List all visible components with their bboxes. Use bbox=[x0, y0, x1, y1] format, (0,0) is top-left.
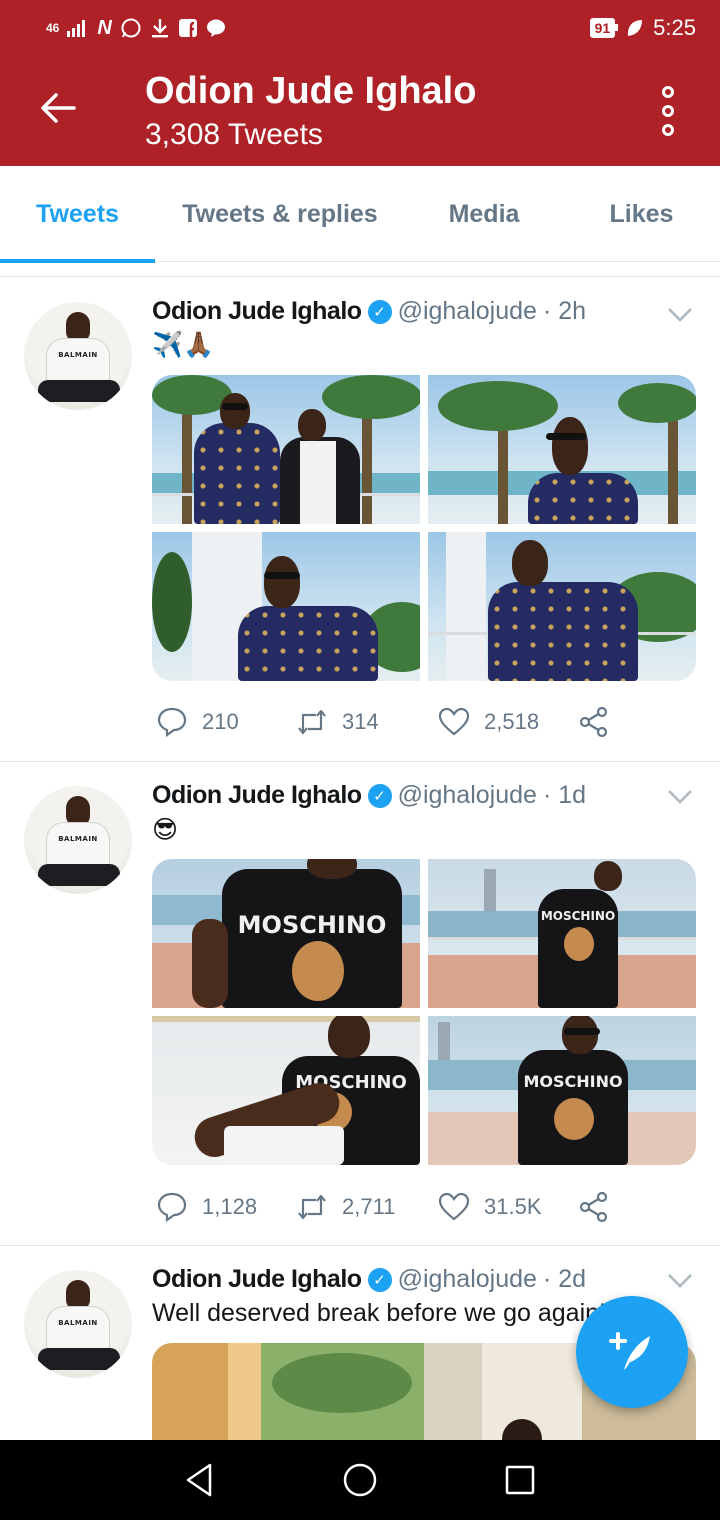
avatar[interactable]: BALMAIN bbox=[24, 302, 132, 410]
author-handle[interactable]: @ighalojude bbox=[398, 781, 537, 810]
nav-back-icon[interactable] bbox=[180, 1460, 220, 1500]
signal-icon bbox=[67, 20, 86, 37]
tweet-header: Odion Jude Ighalo ✓ @ighalojude · 2h bbox=[152, 297, 586, 326]
photo[interactable] bbox=[428, 375, 696, 524]
reply-button[interactable]: 210 bbox=[156, 706, 296, 738]
shirt-label: MOSCHINO bbox=[237, 911, 387, 939]
profile-tabs: Tweets Tweets & replies Media Likes bbox=[0, 166, 720, 263]
more-vert-icon-dot bbox=[662, 86, 674, 98]
back-button[interactable] bbox=[36, 86, 80, 130]
facebook-icon bbox=[178, 19, 197, 37]
heart-icon bbox=[438, 1192, 470, 1221]
tweet-time: · 1d bbox=[542, 781, 587, 809]
verified-badge-icon: ✓ bbox=[367, 783, 392, 808]
shirt-label: MOSCHINO bbox=[523, 1072, 623, 1091]
heart-icon bbox=[438, 707, 470, 736]
photo[interactable] bbox=[152, 532, 420, 681]
photo[interactable]: MOSCHINO bbox=[428, 1016, 696, 1165]
tweet[interactable]: BALMAIN Odion Jude Ighalo ✓ @ighalojude … bbox=[0, 277, 720, 762]
share-button[interactable] bbox=[578, 706, 610, 738]
compose-tweet-button[interactable] bbox=[576, 1296, 688, 1408]
verified-badge-icon: ✓ bbox=[367, 299, 392, 324]
battery-icon: 91 bbox=[589, 18, 618, 38]
tweet-header: Odion Jude Ighalo ✓ @ighalojude · 2d bbox=[152, 1265, 586, 1294]
like-count: 31.5K bbox=[484, 1194, 542, 1219]
tweet-actions: 210 314 2,518 bbox=[156, 702, 626, 742]
like-button[interactable]: 2,518 bbox=[438, 706, 578, 738]
page-title: Odion Jude Ighalo bbox=[145, 70, 477, 112]
more-vert-icon-dot bbox=[662, 105, 674, 117]
tweet-text: Well deserved break before we go again! bbox=[152, 1299, 606, 1327]
download-icon bbox=[151, 19, 168, 38]
author-name[interactable]: Odion Jude Ighalo bbox=[152, 781, 362, 810]
author-handle[interactable]: @ighalojude bbox=[398, 297, 537, 326]
share-button[interactable] bbox=[578, 1191, 610, 1223]
media-grid bbox=[152, 375, 696, 681]
chevron-down-icon[interactable] bbox=[666, 1271, 694, 1291]
avatar[interactable]: BALMAIN bbox=[24, 786, 132, 894]
like-count: 2,518 bbox=[484, 709, 540, 734]
author-name[interactable]: Odion Jude Ighalo bbox=[152, 297, 362, 326]
photo[interactable]: MOSCHINO bbox=[152, 859, 420, 1008]
photo[interactable]: MOSCHINO bbox=[152, 1016, 420, 1165]
tweet-count: 3,308 Tweets bbox=[145, 118, 323, 151]
tweet-header: Odion Jude Ighalo ✓ @ighalojude · 1d bbox=[152, 781, 586, 810]
retweet-button[interactable]: 2,711 bbox=[296, 1191, 438, 1223]
reply-count: 210 bbox=[202, 709, 239, 734]
tab-likes[interactable]: Likes bbox=[563, 166, 720, 262]
nav-recents-icon[interactable] bbox=[500, 1460, 540, 1500]
retweet-count: 2,711 bbox=[342, 1194, 396, 1219]
photo[interactable] bbox=[428, 532, 696, 681]
tweet-text: ✈️🙏🏾 bbox=[152, 331, 215, 359]
like-button[interactable]: 31.5K bbox=[438, 1191, 578, 1223]
profile-header: Odion Jude Ighalo 3,308 Tweets bbox=[0, 56, 720, 166]
nav-home-icon[interactable] bbox=[340, 1460, 380, 1500]
retweet-icon bbox=[298, 1194, 326, 1220]
tweet-actions: 1,128 2,711 31.5K bbox=[156, 1187, 626, 1227]
tweet-time: · 2d bbox=[542, 1265, 587, 1293]
reply-icon bbox=[157, 1192, 187, 1223]
author-name[interactable]: Odion Jude Ighalo bbox=[152, 1265, 362, 1294]
tab-tweets-replies[interactable]: Tweets & replies bbox=[155, 166, 405, 262]
retweet-icon bbox=[298, 709, 326, 735]
chat-icon bbox=[206, 19, 225, 37]
tweet-text: 😎 bbox=[152, 816, 179, 844]
media-grid: MOSCHINO MOSCHINO MOSCHINO MOSCHINO bbox=[152, 859, 696, 1165]
avatar-brand-text: BALMAIN bbox=[58, 835, 98, 843]
chevron-down-icon[interactable] bbox=[666, 305, 694, 325]
tab-media[interactable]: Media bbox=[405, 166, 563, 262]
clock: 5:25 bbox=[653, 15, 696, 40]
status-bar: 46 N 91 5:25 bbox=[0, 0, 720, 56]
retweet-button[interactable]: 314 bbox=[296, 706, 438, 738]
status-icons-left: 46 N bbox=[46, 17, 226, 40]
tweet-time: · 2h bbox=[542, 297, 587, 325]
avatar-brand-text: BALMAIN bbox=[58, 351, 98, 359]
whatsapp-icon bbox=[121, 18, 141, 38]
more-vert-icon-dot bbox=[662, 124, 674, 136]
share-icon bbox=[579, 706, 608, 738]
reply-count: 1,128 bbox=[202, 1194, 258, 1219]
avatar[interactable]: BALMAIN bbox=[24, 1270, 132, 1378]
status-icons-right: 91 5:25 bbox=[589, 15, 696, 41]
back-arrow-icon bbox=[41, 93, 76, 123]
more-options-button[interactable] bbox=[656, 86, 680, 136]
verified-badge-icon: ✓ bbox=[367, 1267, 392, 1292]
network-type: 46 bbox=[46, 21, 60, 35]
photo[interactable]: MOSCHINO bbox=[428, 859, 696, 1008]
avatar-brand-text: BALMAIN bbox=[58, 1319, 98, 1327]
chevron-down-icon[interactable] bbox=[666, 787, 694, 807]
tab-tweets[interactable]: Tweets bbox=[0, 166, 155, 263]
author-handle[interactable]: @ighalojude bbox=[398, 1265, 537, 1294]
compose-feather-icon bbox=[609, 1332, 650, 1370]
share-icon bbox=[579, 1191, 608, 1223]
system-nav-bar bbox=[0, 1440, 720, 1520]
reply-button[interactable]: 1,128 bbox=[156, 1191, 296, 1223]
leaf-icon bbox=[628, 20, 643, 36]
n-app-icon: N bbox=[97, 16, 112, 39]
shirt-label: MOSCHINO bbox=[540, 909, 616, 923]
photo[interactable] bbox=[152, 375, 420, 524]
tweet[interactable]: BALMAIN Odion Jude Ighalo ✓ @ighalojude … bbox=[0, 762, 720, 1246]
retweet-count: 314 bbox=[342, 709, 379, 734]
reply-icon bbox=[157, 707, 187, 738]
